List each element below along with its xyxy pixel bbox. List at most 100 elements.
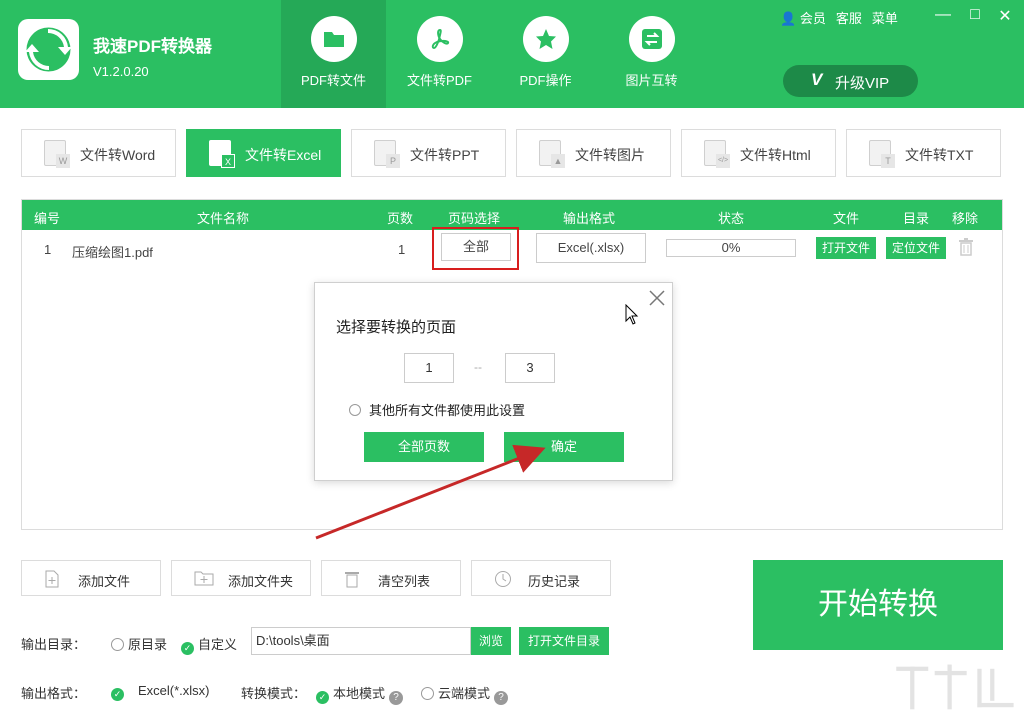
row-file-name: 压缩绘图1.pdf <box>72 245 153 260</box>
convert-mode-label: 转换模式： <box>241 686 307 701</box>
browse-button[interactable]: 浏览 <box>471 627 511 655</box>
apply-all-label: 其他所有文件都使用此设置 <box>369 403 526 418</box>
range-separator: -- <box>474 360 482 374</box>
tab-label: PDF转文件 <box>300 73 366 88</box>
tab-pdf-to-file[interactable]: PDF转文件 <box>281 0 386 108</box>
open-file-button[interactable]: 打开文件 <box>816 237 876 259</box>
history-label: 历史记录 <box>528 574 581 589</box>
tab-file-to-pdf[interactable]: 文件转PDF <box>387 0 492 108</box>
star-icon <box>523 16 569 62</box>
col-no: 编号 <box>34 211 61 226</box>
col-page-select: 页码选择 <box>448 211 501 226</box>
progress-bar: 0% <box>666 239 796 257</box>
subtab-label: 文件转Html <box>740 147 811 163</box>
help-icon[interactable]: ? <box>389 691 404 705</box>
ppt-doc-icon: P <box>374 140 400 168</box>
radio-circle <box>421 687 434 700</box>
radio-circle <box>349 404 361 416</box>
minimize-icon[interactable]: — <box>934 6 952 24</box>
app-header: 我速PDF转换器 V1.2.0.20 PDF转文件 文件转PDF PDF操作 图… <box>0 0 1024 108</box>
menu-link[interactable]: 菜单 <box>872 8 898 27</box>
clock-icon <box>494 570 512 591</box>
tab-label: PDF操作 <box>519 73 572 88</box>
history-button[interactable]: 历史记录 <box>471 560 611 596</box>
folder-icon <box>311 16 357 62</box>
service-link[interactable]: 客服 <box>836 8 862 27</box>
top-links: 👤 会员 客服 菜单 <box>780 8 898 27</box>
maximize-icon[interactable]: □ <box>966 6 984 24</box>
apply-all-radio[interactable]: 其他所有文件都使用此设置 <box>349 400 525 419</box>
add-folder-button[interactable]: 添加文件夹 <box>171 560 311 596</box>
cloud-mode-radio[interactable]: 云端模式? <box>421 683 509 705</box>
subtab-to-image[interactable]: ▲ 文件转图片 <box>516 129 671 177</box>
add-file-icon <box>44 570 60 591</box>
custom-dir-radio[interactable]: ✓ 自定义 <box>181 634 237 655</box>
excel-doc-icon: X <box>209 140 235 168</box>
trash-icon <box>344 570 360 591</box>
open-dir-button[interactable]: 打开文件目录 <box>519 627 609 655</box>
close-icon[interactable]: ✕ <box>996 6 1014 26</box>
output-format-label: 输出格式： <box>21 686 87 701</box>
all-pages-button[interactable]: 全部页数 <box>364 432 484 462</box>
site-watermark <box>896 664 1014 710</box>
add-file-button[interactable]: 添加文件 <box>21 560 161 596</box>
table-header: 编号 文件名称 页数 页码选择 输出格式 状态 文件 目录 移除 <box>22 200 1002 230</box>
output-format-select[interactable]: Excel(.xlsx) <box>536 233 646 263</box>
vip-icon: V <box>811 70 823 89</box>
add-file-label: 添加文件 <box>78 574 131 589</box>
add-folder-label: 添加文件夹 <box>228 574 294 589</box>
swap-icon <box>629 16 675 62</box>
add-folder-icon <box>194 570 214 589</box>
subtab-to-excel[interactable]: X 文件转Excel <box>186 129 341 177</box>
app-title: 我速PDF转换器 <box>93 37 212 56</box>
output-path-input[interactable]: D:\tools\桌面 <box>251 627 471 655</box>
subtab-label: 文件转TXT <box>905 147 974 163</box>
col-pages: 页数 <box>387 211 414 226</box>
col-file: 文件 <box>833 211 860 226</box>
trash-icon[interactable] <box>958 238 974 259</box>
locate-file-button[interactable]: 定位文件 <box>886 237 946 259</box>
vip-label: 升级VIP <box>835 75 890 92</box>
output-dir-label: 输出目录： <box>21 637 87 652</box>
subtab-to-ppt[interactable]: P 文件转PPT <box>351 129 506 177</box>
tab-label: 图片互转 <box>625 73 678 88</box>
subtab-to-html[interactable]: </> 文件转Html <box>681 129 836 177</box>
image-doc-icon: ▲ <box>539 140 565 168</box>
col-dir: 目录 <box>903 211 930 226</box>
subtab-label: 文件转Word <box>80 147 156 163</box>
subtab-to-word[interactable]: W 文件转Word <box>21 129 176 177</box>
highlight-box <box>432 227 519 270</box>
table-row: 1 压缩绘图1.pdf 1 全部 Excel(.xlsx) 0% 打开文件 定位… <box>22 227 1002 270</box>
col-status: 状态 <box>718 211 745 226</box>
clear-list-button[interactable]: 清空列表 <box>321 560 461 596</box>
upgrade-vip-button[interactable]: V 升级VIP <box>783 65 918 97</box>
app-version: V1.2.0.20 <box>93 64 149 79</box>
original-dir-radio[interactable]: 原目录 <box>111 634 167 653</box>
txt-doc-icon: T <box>869 140 895 168</box>
tab-label: 文件转PDF <box>406 73 472 88</box>
check-icon: ✓ <box>316 691 329 704</box>
help-icon[interactable]: ? <box>494 691 509 705</box>
format-excel-option[interactable]: ✓ Excel(*.xlsx) <box>111 683 210 701</box>
dialog-title: 选择要转换的页面 <box>336 319 457 336</box>
row-no: 1 <box>44 242 52 257</box>
subtab-to-txt[interactable]: T 文件转TXT <box>846 129 1001 177</box>
app-logo <box>18 19 79 80</box>
clear-list-label: 清空列表 <box>378 574 431 589</box>
col-remove: 移除 <box>952 211 979 226</box>
radio-circle <box>111 638 124 651</box>
row-pages: 1 <box>398 242 406 257</box>
close-icon[interactable] <box>648 289 666 307</box>
page-to-input[interactable]: 3 <box>505 353 555 383</box>
word-doc-icon: W <box>44 140 70 168</box>
col-format: 输出格式 <box>563 211 616 226</box>
start-convert-button[interactable]: 开始转换 <box>753 560 1003 650</box>
page-from-input[interactable]: 1 <box>404 353 454 383</box>
check-icon: ✓ <box>111 688 124 701</box>
member-link[interactable]: 👤 会员 <box>780 8 826 27</box>
subtab-label: 文件转图片 <box>575 147 645 163</box>
tab-image-convert[interactable]: 图片互转 <box>599 0 704 108</box>
local-mode-radio[interactable]: ✓ 本地模式? <box>316 683 404 705</box>
tab-pdf-operations[interactable]: PDF操作 <box>493 0 598 108</box>
ok-button[interactable]: 确定 <box>504 432 624 462</box>
